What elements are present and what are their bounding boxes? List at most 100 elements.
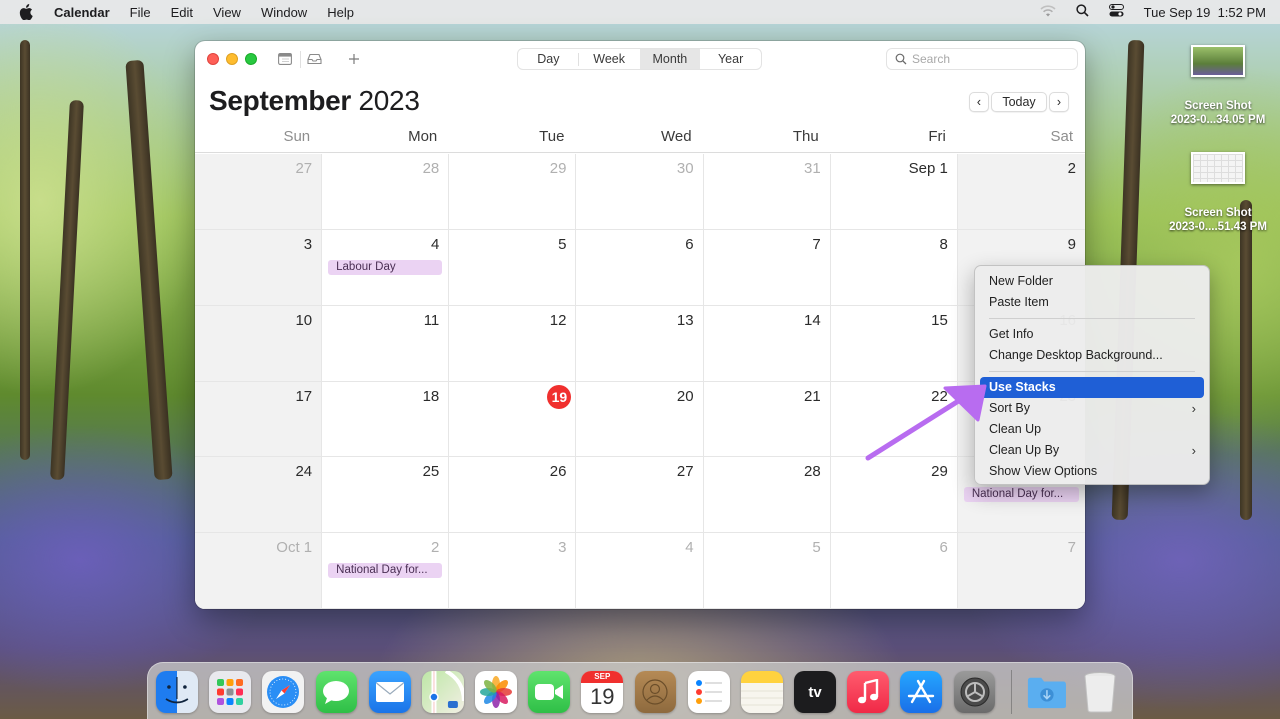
calendar-event[interactable]: Labour Day (328, 259, 443, 275)
wifi-icon[interactable] (1040, 4, 1056, 20)
day-cell[interactable]: 17 (195, 381, 323, 458)
day-cell[interactable]: 27 (576, 457, 704, 534)
add-event-icon[interactable] (346, 51, 362, 67)
today-button[interactable]: Today (991, 92, 1047, 112)
launchpad-icon[interactable] (209, 671, 252, 713)
day-cell[interactable]: 6 (576, 229, 704, 306)
system-preferences-icon[interactable] (953, 671, 996, 713)
day-cell[interactable]: 30 (576, 154, 704, 230)
menu-item-change-desktop-background[interactable]: Change Desktop Background... (980, 345, 1204, 366)
menu-item-clean-up-by[interactable]: Clean Up By › (980, 440, 1204, 461)
menu-item-get-info[interactable]: Get Info (980, 324, 1204, 345)
calendar-window: Day Week Month Year Search September 202… (195, 41, 1085, 609)
search-placeholder: Search (912, 52, 951, 66)
tab-day[interactable]: Day (518, 49, 579, 69)
day-cell[interactable]: 31 (703, 154, 831, 230)
finder-icon[interactable] (156, 671, 198, 713)
music-icon[interactable] (847, 671, 890, 713)
menu-item-new-folder[interactable]: New Folder (980, 271, 1204, 292)
menu-edit[interactable]: Edit (171, 5, 193, 20)
menu-file[interactable]: File (130, 5, 151, 20)
day-cell[interactable]: 6 (830, 533, 958, 609)
app-store-icon[interactable] (900, 671, 943, 713)
notes-icon[interactable] (740, 671, 783, 713)
reminders-icon[interactable] (687, 671, 730, 713)
menu-clock[interactable]: Tue Sep 19 1:52 PM (1144, 5, 1266, 20)
tab-month[interactable]: Month (639, 49, 701, 69)
inbox-icon[interactable] (306, 51, 322, 67)
menu-item-clean-up[interactable]: Clean Up (980, 419, 1204, 440)
downloads-folder-icon[interactable] (1026, 671, 1068, 713)
day-cell[interactable]: 10 (195, 305, 323, 382)
day-cell[interactable]: 27 (195, 154, 323, 230)
day-cell[interactable]: 29 (449, 154, 577, 230)
calendar-event[interactable]: National Day for... (963, 487, 1079, 503)
day-cell[interactable]: 18 (322, 381, 450, 458)
day-cell[interactable]: 21 (703, 381, 831, 458)
month-grid: 27 28 29 30 31 Sep 1 2 3 4 Labour Day 5 6 7 8 9 10 11 12 1… (195, 154, 1085, 609)
day-cell[interactable]: 29 (830, 457, 958, 534)
day-cell[interactable]: Oct 1 (195, 533, 323, 609)
day-cell[interactable]: 2 (957, 154, 1085, 230)
day-cell[interactable]: 5 (449, 229, 577, 306)
desktop-file-screenshot-2[interactable]: Screen Shot 2023-0....51.43 PM (1163, 152, 1273, 234)
tab-year[interactable]: Year (700, 49, 761, 69)
menu-app-name[interactable]: Calendar (54, 5, 110, 20)
day-cell[interactable]: 7 (957, 533, 1085, 609)
mail-icon[interactable] (368, 671, 411, 713)
day-cell[interactable]: 3 (449, 533, 577, 609)
apple-logo-icon[interactable] (18, 4, 34, 20)
desktop-file-screenshot-1[interactable]: Screen Shot 2023-0...34.05 PM (1163, 45, 1273, 127)
spotlight-search-icon[interactable] (1075, 4, 1089, 20)
previous-month-button[interactable]: ‹ (969, 92, 989, 112)
day-cell[interactable]: 13 (576, 305, 704, 382)
trash-icon[interactable] (1079, 671, 1121, 713)
calendars-list-icon[interactable] (277, 51, 293, 67)
contacts-icon[interactable] (634, 671, 677, 713)
day-cell[interactable]: 11 (322, 305, 450, 382)
day-cell[interactable]: 26 (449, 457, 577, 534)
day-cell[interactable]: 7 (703, 229, 831, 306)
tab-week[interactable]: Week (579, 49, 640, 69)
close-button[interactable] (207, 53, 219, 65)
day-cell[interactable]: 14 (703, 305, 831, 382)
day-number: 25 (422, 463, 440, 481)
day-cell[interactable]: 20 (576, 381, 704, 458)
day-cell[interactable]: 8 (830, 229, 958, 306)
day-cell[interactable]: 3 (195, 229, 323, 306)
day-cell[interactable]: 25 (322, 457, 450, 534)
day-cell[interactable]: 28 (703, 457, 831, 534)
next-month-button[interactable]: › (1049, 92, 1069, 112)
screenshot-thumbnail (1191, 152, 1245, 184)
photos-icon[interactable] (475, 671, 517, 713)
menu-item-paste-item[interactable]: Paste Item (980, 292, 1204, 313)
apple-tv-icon[interactable]: tv (794, 671, 836, 713)
day-cell[interactable]: 2 National Day for... (322, 533, 450, 609)
day-cell[interactable]: 24 (195, 457, 323, 534)
menu-item-sort-by[interactable]: Sort By › (980, 398, 1204, 419)
day-cell[interactable]: 4 (576, 533, 704, 609)
day-cell[interactable]: 19 (449, 381, 577, 458)
day-cell[interactable]: 15 (830, 305, 958, 382)
zoom-button[interactable] (245, 53, 257, 65)
safari-icon[interactable] (262, 671, 305, 713)
control-center-icon[interactable] (1108, 4, 1124, 20)
day-cell[interactable]: 28 (322, 154, 450, 230)
calendar-event[interactable]: National Day for... (328, 563, 443, 579)
messages-icon[interactable] (315, 671, 358, 713)
day-cell[interactable]: 22 (830, 381, 958, 458)
menu-item-show-view-options[interactable]: Show View Options (980, 461, 1204, 482)
day-cell[interactable]: 12 (449, 305, 577, 382)
menu-item-use-stacks[interactable]: Use Stacks (980, 377, 1204, 398)
menu-help[interactable]: Help (327, 5, 354, 20)
maps-icon[interactable] (421, 671, 464, 713)
menu-view[interactable]: View (213, 5, 241, 20)
day-cell[interactable]: Sep 1 (830, 154, 958, 230)
calendar-icon[interactable]: SEP 19 (581, 671, 624, 713)
minimize-button[interactable] (226, 53, 238, 65)
search-field[interactable]: Search (886, 48, 1078, 70)
menu-window[interactable]: Window (261, 5, 307, 20)
facetime-icon[interactable] (528, 671, 571, 713)
day-cell[interactable]: 4 Labour Day (322, 229, 450, 306)
day-cell[interactable]: 5 (703, 533, 831, 609)
